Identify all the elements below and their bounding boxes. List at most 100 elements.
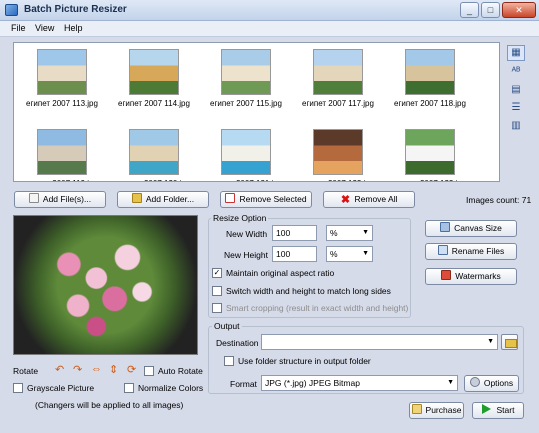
switch-sides-label: Switch width and height to match long si…: [226, 286, 391, 296]
close-button[interactable]: ✕: [502, 2, 536, 18]
thumbnail-caption: египет 2007 117.jpg: [302, 99, 374, 108]
auto-rotate-checkbox[interactable]: Auto Rotate: [144, 366, 203, 376]
thumbnail-caption: египет 2007 115.jpg: [210, 99, 282, 108]
thumbnail-caption: египет 2007 122.jpg: [294, 179, 382, 181]
window-title: Batch Picture Resizer: [24, 4, 127, 15]
new-width-label: New Width: [226, 229, 268, 239]
options-button[interactable]: Options: [464, 375, 519, 392]
new-height-unit-value: %: [330, 249, 338, 259]
new-height-input[interactable]: 100: [272, 246, 317, 262]
menu-help[interactable]: Help: [64, 23, 83, 33]
remove-selected-button[interactable]: Remove Selected: [220, 191, 312, 208]
normalize-colors-checkbox[interactable]: Normalize Colors: [124, 383, 203, 393]
thumbnail-image: [405, 129, 455, 175]
canvas-size-button[interactable]: Canvas Size: [425, 220, 517, 237]
minimize-button[interactable]: _: [460, 2, 479, 18]
maximize-button[interactable]: □: [481, 2, 500, 18]
resize-options-title: Resize Option: [211, 213, 269, 223]
output-title: Output: [212, 321, 242, 331]
thumbnail-caption: египет 2007 113.jpg: [26, 99, 98, 108]
checkbox-box: [212, 303, 222, 313]
watermark-icon: [441, 270, 452, 280]
remove-all-button[interactable]: ✖ Remove All: [323, 191, 415, 208]
remove-all-icon: ✖: [340, 194, 351, 206]
grayscale-checkbox[interactable]: Grayscale Picture: [13, 383, 94, 393]
thumbnail-item[interactable]: египет 2007 119.jpg: [18, 125, 106, 181]
remove-all-label: Remove All: [354, 194, 398, 204]
checkbox-box[interactable]: [13, 383, 23, 393]
title-bar: Batch Picture Resizer _ □ ✕: [0, 0, 539, 21]
thumbnail-item[interactable]: египет 2007 118.jpg: [386, 45, 474, 125]
thumbnail-item[interactable]: египет 2007 114.jpg: [110, 45, 198, 125]
checkbox-box[interactable]: ✓: [212, 268, 222, 278]
folder-structure-label: Use folder structure in output folder: [238, 356, 371, 366]
rotate-auto-icon[interactable]: ⟳: [127, 363, 136, 376]
destination-select[interactable]: ▼: [261, 334, 498, 350]
chevron-down-icon: ▼: [362, 229, 369, 236]
add-file-icon: [28, 193, 39, 203]
thumbnail-item[interactable]: египет 2007 113.jpg: [18, 45, 106, 125]
gear-icon: [469, 377, 480, 387]
start-button[interactable]: Start: [472, 402, 524, 419]
rotate-label: Rotate: [13, 366, 39, 376]
add-folder-icon: [131, 193, 142, 203]
checkbox-box[interactable]: [212, 286, 222, 296]
menu-file[interactable]: File: [11, 23, 26, 33]
view-list-icon[interactable]: ☰: [507, 101, 525, 117]
thumbnail-image: [221, 129, 271, 175]
menu-view[interactable]: View: [35, 23, 54, 33]
destination-label: Destination: [216, 338, 259, 348]
rename-icon: [437, 245, 448, 255]
maintain-aspect-checkbox[interactable]: ✓ Maintain original aspect ratio: [212, 268, 334, 278]
browse-folder-button[interactable]: [501, 334, 518, 350]
thumbnail-image: [37, 49, 87, 95]
thumbnail-caption: египет 2007 120.jpg: [110, 179, 198, 181]
flip-horizontal-icon[interactable]: ⇔: [91, 363, 102, 375]
flip-vertical-icon[interactable]: ⇕: [109, 363, 118, 376]
canvas-icon: [440, 222, 451, 232]
rotate-left-icon[interactable]: ↶: [55, 363, 64, 376]
format-select[interactable]: JPG (*.jpg) JPEG Bitmap ▼: [261, 375, 458, 391]
rename-files-label: Rename Files: [451, 246, 505, 256]
switch-sides-checkbox[interactable]: Switch width and height to match long si…: [212, 286, 391, 296]
add-files-label: Add File(s)...: [42, 194, 92, 204]
thumbnail-item[interactable]: египет 2007 117.jpg: [294, 45, 382, 125]
thumbnail-image: [313, 129, 363, 175]
grayscale-label: Grayscale Picture: [27, 383, 95, 393]
new-width-unit-select[interactable]: % ▼: [326, 225, 373, 241]
add-folder-label: Add Folder...: [145, 194, 195, 204]
new-width-input[interactable]: 100: [272, 225, 317, 241]
play-icon: [481, 404, 491, 414]
chevron-down-icon: ▼: [362, 250, 369, 257]
watermarks-button[interactable]: Watermarks: [425, 268, 517, 285]
rotate-right-icon[interactable]: ↷: [73, 363, 82, 376]
thumbnail-item[interactable]: египет 2007 122.jpg: [294, 125, 382, 181]
thumbnail-item[interactable]: египет 2007 120.jpg: [110, 125, 198, 181]
thumbnail-item[interactable]: египет 2007 115.jpg: [202, 45, 290, 125]
add-folder-button[interactable]: Add Folder...: [117, 191, 209, 208]
thumbnail-image: [37, 129, 87, 175]
thumbnail-item[interactable]: египет 2007 123.jpg: [386, 125, 474, 181]
new-height-unit-select[interactable]: % ▼: [326, 246, 373, 262]
checkbox-box[interactable]: [124, 383, 134, 393]
checkbox-box[interactable]: [224, 356, 234, 366]
checkbox-box[interactable]: [144, 366, 154, 376]
view-small-icons-icon[interactable]: ▤: [507, 83, 525, 99]
thumbnail-list[interactable]: египет 2007 123.jpg египет 2007 122.jpg ег…: [13, 42, 500, 182]
add-files-button[interactable]: Add File(s)...: [14, 191, 106, 208]
rename-files-button[interactable]: Rename Files: [425, 243, 517, 260]
thumbnail-item[interactable]: египет 2007 121.jpg: [202, 125, 290, 181]
start-label: Start: [496, 405, 515, 415]
folder-structure-checkbox[interactable]: Use folder structure in output folder: [224, 356, 371, 366]
thumbnail-caption: египет 2007 123.jpg: [386, 179, 474, 181]
remove-selected-icon: [225, 193, 236, 203]
view-details-icon[interactable]: ▥: [507, 119, 525, 135]
view-sort-icon[interactable]: ᴬᴮ: [507, 65, 525, 81]
thumbnail-caption: египет 2007 119.jpg: [18, 179, 106, 181]
purchase-button[interactable]: Purchase: [409, 402, 464, 419]
preview-image: [13, 215, 198, 355]
view-thumbnails-icon[interactable]: ▦: [507, 45, 525, 61]
chevron-down-icon: ▼: [447, 379, 454, 386]
changes-note: (Changers will be applied to all images): [35, 400, 184, 410]
chevron-down-icon: ▼: [487, 338, 494, 345]
